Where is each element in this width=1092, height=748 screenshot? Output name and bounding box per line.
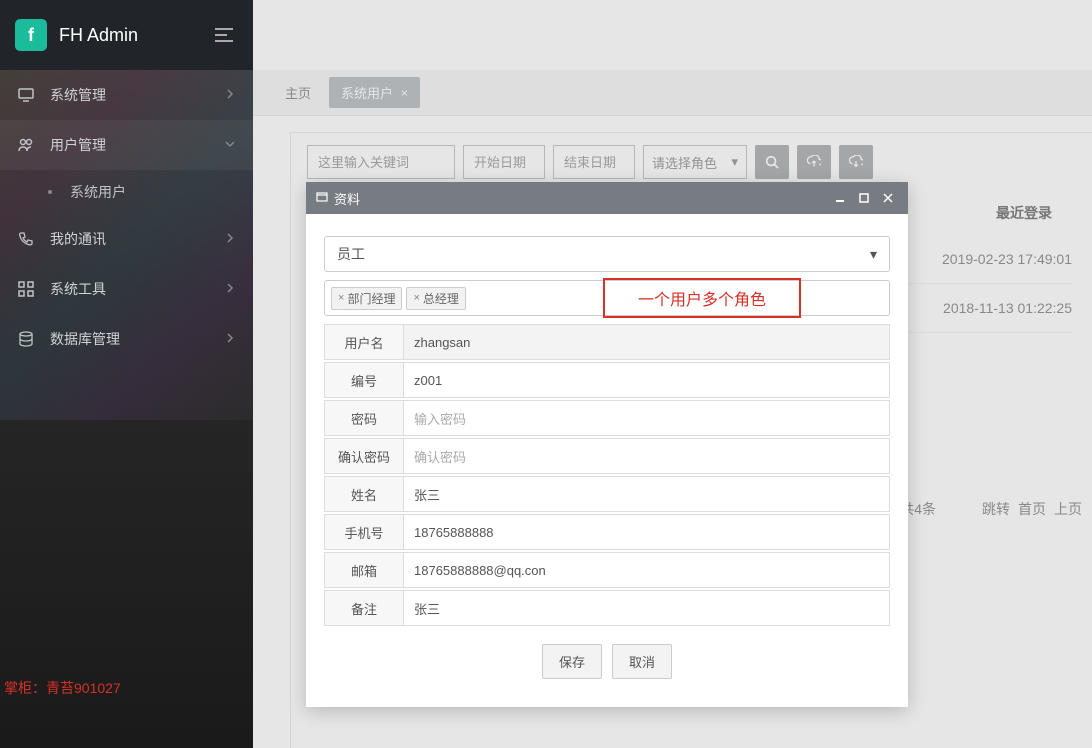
col-recent-login: 最近登录: [996, 203, 1052, 223]
cancel-button[interactable]: 取消: [612, 644, 672, 679]
keyword-input[interactable]: [307, 145, 455, 179]
export-button[interactable]: [797, 145, 831, 179]
sidebar-label: 系统管理: [50, 85, 225, 105]
sidebar-label: 系统工具: [50, 279, 225, 299]
label-name: 姓名: [324, 476, 404, 512]
dialog-profile: 资料 员工 ▾ ×部门经理 ×总经理 一个用户多个角色 用户名zhangsan …: [306, 182, 908, 707]
multi-role-input[interactable]: ×部门经理 ×总经理 一个用户多个角色: [324, 280, 890, 316]
field-number[interactable]: z001: [404, 362, 890, 398]
page-first[interactable]: 首页: [1018, 499, 1046, 519]
chevron-right-icon: [225, 282, 235, 296]
select-value: 员工: [337, 244, 365, 264]
sidebar-item-tools[interactable]: 系统工具: [0, 264, 253, 314]
role-select[interactable]: 请选择角色 ▾: [643, 145, 747, 179]
window-icon: [316, 191, 328, 206]
grid-icon: [18, 281, 36, 297]
field-confirm[interactable]: 确认密码: [404, 438, 890, 474]
cell-recent: 2018-11-13 01:22:25: [943, 300, 1072, 316]
start-date-input[interactable]: [463, 145, 545, 179]
phone-icon: [18, 231, 36, 247]
sidebar-item-db[interactable]: 数据库管理: [0, 314, 253, 364]
field-email[interactable]: 18765888888@qq.con: [404, 552, 890, 588]
tab-system-users[interactable]: 系统用户 ×: [329, 77, 420, 108]
label-number: 编号: [324, 362, 404, 398]
database-icon: [18, 331, 36, 347]
label-phone: 手机号: [324, 514, 404, 550]
role-tag[interactable]: ×总经理: [406, 287, 465, 310]
chevron-right-icon: [225, 88, 235, 102]
bullet-icon: [48, 190, 52, 194]
sidebar-item-comm[interactable]: 我的通讯: [0, 214, 253, 264]
tag-remove-icon[interactable]: ×: [338, 292, 344, 304]
tab-home[interactable]: 主页: [273, 77, 323, 108]
role-tag[interactable]: ×部门经理: [331, 287, 402, 310]
field-remark[interactable]: 张三: [404, 590, 890, 626]
page-jump[interactable]: 跳转: [982, 499, 1010, 519]
sidebar-sub-system-users[interactable]: 系统用户: [0, 170, 253, 214]
close-icon[interactable]: [878, 191, 898, 206]
role-select-label: 请选择角色: [652, 153, 717, 172]
sidebar-item-user-mgmt[interactable]: 用户管理: [0, 120, 253, 170]
logo-icon: f: [15, 19, 47, 51]
sidebar-sub-label: 系统用户: [70, 182, 126, 202]
sidebar-footer: 掌柜：青苔901027: [4, 678, 121, 698]
caret-down-icon: ▾: [870, 246, 877, 263]
search-button[interactable]: [755, 145, 789, 179]
tag-remove-icon[interactable]: ×: [413, 292, 419, 304]
tab-bar: 主页 系统用户 ×: [253, 70, 1092, 116]
brand-name: FH Admin: [59, 25, 138, 46]
app-header: f FH Admin: [0, 0, 253, 70]
close-icon[interactable]: ×: [401, 86, 408, 100]
sidebar-label: 用户管理: [50, 135, 225, 155]
import-button[interactable]: [839, 145, 873, 179]
label-remark: 备注: [324, 590, 404, 626]
minimize-icon[interactable]: [830, 191, 850, 206]
dialog-titlebar[interactable]: 资料: [306, 182, 908, 214]
users-icon: [18, 137, 36, 153]
sidebar-label: 我的通讯: [50, 229, 225, 249]
chevron-right-icon: [225, 232, 235, 246]
label-email: 邮箱: [324, 552, 404, 588]
chevron-down-icon: [225, 138, 235, 152]
dialog-title: 资料: [334, 189, 360, 208]
role-type-select[interactable]: 员工 ▾: [324, 236, 890, 272]
label-password: 密码: [324, 400, 404, 436]
page-prev[interactable]: 上页: [1054, 499, 1082, 519]
label-confirm: 确认密码: [324, 438, 404, 474]
chevron-right-icon: [225, 332, 235, 346]
sidebar-item-system-mgmt[interactable]: 系统管理: [0, 70, 253, 120]
pagination: 共4条 跳转 首页 上页: [900, 499, 1082, 519]
end-date-input[interactable]: [553, 145, 635, 179]
field-phone[interactable]: 18765888888: [404, 514, 890, 550]
sidebar: 系统管理 用户管理 系统用户 我的通讯 系统工具 数据库管理 掌柜：青苔9010: [0, 70, 253, 748]
field-password[interactable]: 输入密码: [404, 400, 890, 436]
caret-down-icon: ▾: [731, 154, 738, 170]
monitor-icon: [18, 87, 36, 103]
annotation-box: 一个用户多个角色: [603, 278, 801, 318]
sidebar-label: 数据库管理: [50, 329, 225, 349]
menu-toggle-icon[interactable]: [215, 26, 233, 47]
cell-recent: 2019-02-23 17:49:01: [942, 251, 1072, 267]
tab-label: 系统用户: [341, 83, 393, 102]
save-button[interactable]: 保存: [542, 644, 602, 679]
maximize-icon[interactable]: [854, 191, 874, 206]
field-name[interactable]: 张三: [404, 476, 890, 512]
label-username: 用户名: [324, 324, 404, 360]
field-username: zhangsan: [404, 324, 890, 360]
